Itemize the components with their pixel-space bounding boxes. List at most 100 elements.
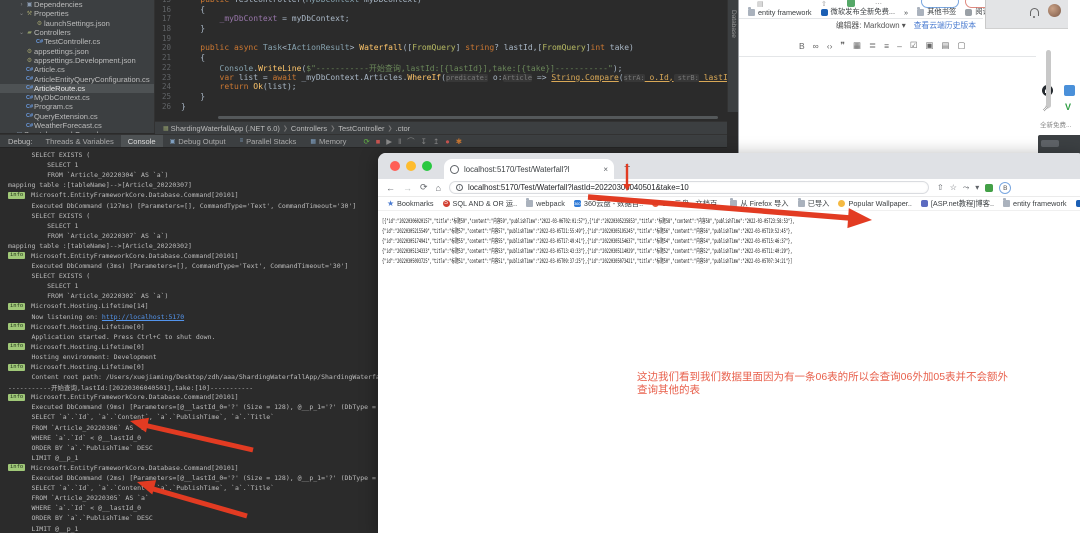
tree-item-dependencies[interactable]: ›▣Dependencies bbox=[0, 0, 154, 9]
debug-tab-memory[interactable]: ▦Memory bbox=[303, 135, 353, 147]
editor-hscrollbar[interactable] bbox=[218, 116, 718, 119]
mute-breakpoints-icon[interactable]: ● bbox=[445, 137, 450, 146]
code-line[interactable]: 24 return Ok(list); bbox=[155, 82, 727, 92]
avatar[interactable] bbox=[1048, 4, 1061, 17]
md-tool-icon-3[interactable]: ❞ bbox=[840, 40, 845, 51]
browser-titlebar[interactable]: localhost:5170/Test/Waterfall?l × + bbox=[378, 153, 1080, 179]
debug-tab-console[interactable]: Console bbox=[121, 135, 163, 147]
console-link[interactable]: http://localhost:5170 bbox=[102, 313, 184, 321]
bookmark-item[interactable]: 360360云盘 - 数据百.. bbox=[574, 199, 643, 209]
md-tool-icon-11[interactable]: ▢ bbox=[958, 40, 966, 51]
resume-icon[interactable]: ▶ bbox=[386, 137, 392, 146]
debug-tab-debug-output[interactable]: ▣Debug Output bbox=[163, 135, 233, 147]
step-out-icon[interactable]: ↥ bbox=[433, 137, 439, 146]
bookmark-item[interactable]: 从 Firefox 导入 bbox=[730, 199, 788, 209]
pause-icon[interactable]: ‖ bbox=[398, 137, 401, 146]
blue-app-icon[interactable] bbox=[1064, 85, 1075, 96]
tree-item-article-cs[interactable]: C#Article.cs bbox=[0, 65, 154, 74]
md-tool-icon-1[interactable]: ∞ bbox=[813, 41, 819, 51]
back-button[interactable]: ← bbox=[386, 183, 395, 193]
bell-icon[interactable] bbox=[1029, 8, 1038, 17]
zoom-window-button[interactable] bbox=[422, 161, 432, 171]
new-tab-button[interactable]: + bbox=[624, 162, 630, 173]
tree-item-appsettings-json[interactable]: ⚙appsettings.json bbox=[0, 46, 154, 55]
tree-item-properties[interactable]: ⌄⚒Properties bbox=[0, 9, 154, 18]
md-tool-icon-8[interactable]: ☑ bbox=[910, 40, 918, 51]
step-over-icon[interactable]: ⌒ bbox=[407, 136, 415, 147]
md-tool-icon-6[interactable]: ≡ bbox=[884, 41, 889, 51]
breadcrumb-segment[interactable]: TestController bbox=[338, 124, 384, 133]
home-button[interactable]: ⌂ bbox=[436, 183, 441, 193]
tree-item-controllers[interactable]: ⌄▰Controllers bbox=[0, 28, 154, 37]
debug-console-output[interactable]: SELECT EXISTS ( SELECT 1 FROM `Article_2… bbox=[0, 148, 378, 533]
tree-chevron-icon[interactable]: ⌄ bbox=[18, 10, 25, 17]
breadcrumb-segment[interactable]: ShardingWaterfallApp (.NET 6.0) bbox=[171, 124, 280, 133]
breadcrumb[interactable]: ▦ShardingWaterfallApp (.NET 6.0)❯Control… bbox=[155, 121, 812, 134]
extension-icon[interactable]: ⤳ bbox=[963, 183, 969, 193]
md-tool-icon-4[interactable]: ▦ bbox=[853, 40, 861, 51]
tree-item-articleroute-cs[interactable]: C#ArticleRoute.cs bbox=[0, 84, 154, 93]
address-bar[interactable]: i localhost:5170/Test/Waterfall?lastId=2… bbox=[449, 181, 929, 194]
breadcrumb-segment[interactable]: Controllers bbox=[291, 124, 327, 133]
editor-mode-select[interactable]: 编辑器: Markdown ▾ bbox=[836, 20, 906, 31]
md-tool-icon-5[interactable]: ≣ bbox=[869, 40, 876, 51]
code-line[interactable]: 20 public async Task<IActionResult> Wate… bbox=[155, 43, 727, 53]
tree-item-appsettings-development-json[interactable]: ⚙appsettings.Development.json bbox=[0, 56, 154, 65]
code-line[interactable]: 23 var list = await _myDbContext.Article… bbox=[155, 73, 727, 83]
tree-item-weatherforecast-cs[interactable]: C#WeatherForecast.cs bbox=[0, 121, 154, 130]
tree-chevron-icon[interactable]: › bbox=[18, 2, 25, 8]
md-tool-icon-9[interactable]: ▣ bbox=[925, 40, 933, 51]
tree-item-mydbcontext-cs[interactable]: C#MyDbContext.cs bbox=[0, 93, 154, 102]
tab-close-icon[interactable]: × bbox=[603, 165, 608, 174]
code-line[interactable]: 25 } bbox=[155, 92, 727, 102]
project-tree[interactable]: ›▣Dependencies⌄⚒Properties⚙launchSetting… bbox=[0, 0, 155, 133]
tree-item-scratches-and-consoles[interactable]: ▤Scratches and Consoles bbox=[0, 130, 154, 133]
md-tool-icon-7[interactable]: – bbox=[897, 41, 902, 51]
tree-item-launchsettings-json[interactable]: ⚙launchSettings.json bbox=[0, 19, 154, 28]
tree-item-queryextension-cs[interactable]: C#QueryExtension.cs bbox=[0, 112, 154, 121]
bookmark-item[interactable]: [ASP.net教程]博客.. bbox=[921, 199, 994, 209]
right-scrollbar[interactable] bbox=[1046, 50, 1051, 108]
profile-avatar[interactable]: B bbox=[999, 182, 1011, 194]
bookmark-item[interactable]: entity framework bbox=[1003, 199, 1067, 208]
database-tool-strip[interactable]: Database bbox=[727, 0, 738, 112]
settings-icon[interactable]: ✱ bbox=[456, 137, 462, 146]
cloud-history-link[interactable]: 查看云端历史版本 bbox=[914, 20, 976, 31]
code-line[interactable]: 18 } bbox=[155, 24, 727, 34]
debug-tab-parallel-stacks[interactable]: ≡Parallel Stacks bbox=[233, 135, 304, 147]
code-line[interactable]: 16 { bbox=[155, 5, 727, 15]
debug-tab-threads-variables[interactable]: Threads & Variables bbox=[39, 135, 121, 147]
tree-item-articleentityqueryconfiguration-cs[interactable]: C#ArticleEntityQueryConfiguration.cs bbox=[0, 74, 154, 83]
bookmark-star-icon[interactable]: ☆ bbox=[950, 183, 957, 192]
bookmark-item[interactable]: ★Bookmarks bbox=[387, 199, 434, 208]
md-tool-icon-2[interactable]: ‹› bbox=[827, 41, 833, 51]
bg-bookmark-item[interactable]: » bbox=[904, 8, 908, 17]
rerun-icon[interactable]: ⟳ bbox=[363, 137, 369, 146]
close-window-button[interactable] bbox=[390, 161, 400, 171]
green-ext-icon[interactable] bbox=[847, 0, 855, 7]
download-caret-icon[interactable]: ▾ bbox=[975, 183, 979, 192]
v-icon[interactable]: V bbox=[1065, 102, 1071, 112]
minimize-window-button[interactable] bbox=[406, 161, 416, 171]
breadcrumb-segment[interactable]: .ctor bbox=[396, 124, 411, 133]
browser-tab[interactable]: localhost:5170/Test/Waterfall?l × bbox=[444, 159, 614, 179]
bookmark-item[interactable]: webpack bbox=[526, 199, 565, 208]
tree-chevron-icon[interactable]: ⌄ bbox=[18, 29, 25, 36]
md-tool-icon-0[interactable]: B bbox=[799, 41, 805, 51]
code-editor[interactable]: 15 public TestController(MyDbContext myD… bbox=[155, 0, 727, 121]
tree-item-testcontroller-cs[interactable]: C#TestController.cs bbox=[0, 37, 154, 46]
bg-bookmark-item[interactable]: entity framework bbox=[748, 8, 812, 17]
code-line[interactable]: 19 bbox=[155, 34, 727, 44]
bookmark-item[interactable]: Popular Wallpaper.. bbox=[838, 199, 911, 208]
code-line[interactable]: 26} bbox=[155, 102, 727, 112]
share-icon[interactable]: ⇧ bbox=[937, 183, 944, 192]
reload-button[interactable]: ⟳ bbox=[420, 182, 428, 193]
code-line[interactable]: 21 { bbox=[155, 53, 727, 63]
site-info-icon[interactable]: i bbox=[456, 184, 463, 191]
bookmark-item[interactable]: SSQL AND & OR 运.. bbox=[443, 199, 518, 209]
step-into-icon[interactable]: ↧ bbox=[421, 137, 427, 146]
bookmark-item[interactable]: P360云盘 - 文档百.. bbox=[652, 199, 721, 209]
green-extension-icon[interactable] bbox=[985, 184, 993, 192]
bg-bookmark-item[interactable]: 其他书签 bbox=[917, 7, 956, 17]
forward-button[interactable]: → bbox=[403, 183, 412, 193]
